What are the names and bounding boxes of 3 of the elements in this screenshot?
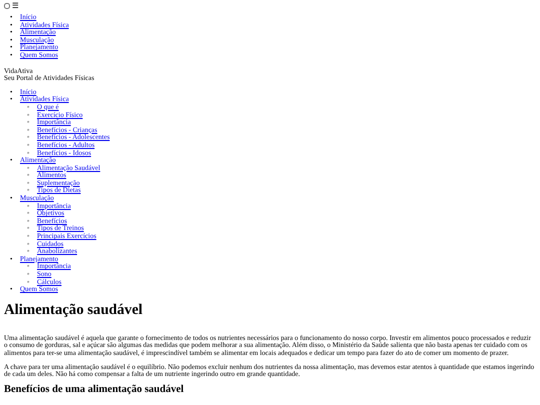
section-heading: Benefícios de uma alimentação saudável: [4, 384, 185, 396]
article-title: Alimentação saudável: [4, 302, 144, 319]
menu-checkbox[interactable]: [4, 3, 10, 9]
